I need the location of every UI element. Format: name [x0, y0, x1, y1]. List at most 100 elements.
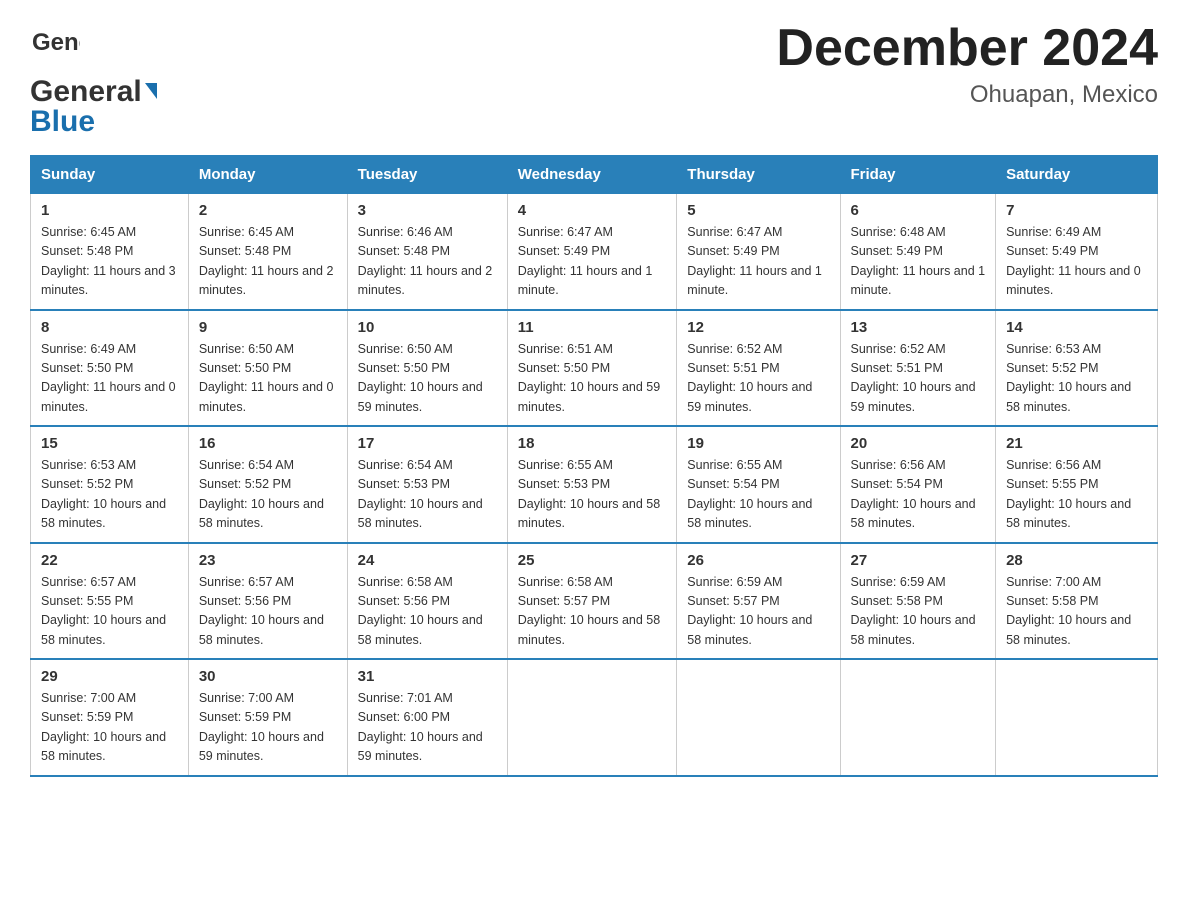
- day-info: Sunrise: 6:55 AMSunset: 5:53 PMDaylight:…: [518, 458, 660, 530]
- logo-icon: General: [30, 20, 80, 75]
- day-info: Sunrise: 6:59 AMSunset: 5:58 PMDaylight:…: [851, 575, 976, 647]
- main-title: December 2024: [776, 20, 1158, 77]
- day-info: Sunrise: 6:49 AMSunset: 5:49 PMDaylight:…: [1006, 225, 1141, 297]
- page-header: General General Blue December 2024 Ohuap…: [30, 20, 1158, 139]
- day-info: Sunrise: 6:45 AMSunset: 5:48 PMDaylight:…: [199, 225, 334, 297]
- day-info: Sunrise: 7:00 AMSunset: 5:59 PMDaylight:…: [199, 691, 324, 763]
- day-number: 3: [358, 202, 497, 219]
- day-number: 9: [199, 319, 337, 336]
- calendar-cell: 29Sunrise: 7:00 AMSunset: 5:59 PMDayligh…: [31, 659, 189, 776]
- header-saturday: Saturday: [996, 156, 1158, 194]
- header-wednesday: Wednesday: [507, 156, 677, 194]
- header-monday: Monday: [188, 156, 347, 194]
- calendar-cell: 17Sunrise: 6:54 AMSunset: 5:53 PMDayligh…: [347, 426, 507, 543]
- day-info: Sunrise: 6:57 AMSunset: 5:56 PMDaylight:…: [199, 575, 324, 647]
- day-number: 1: [41, 202, 178, 219]
- calendar-cell: 25 Sunrise: 6:58 AMSunset: 5:57 PMDayligh…: [507, 543, 677, 660]
- calendar-cell: [996, 659, 1158, 776]
- calendar-cell: 8 Sunrise: 6:49 AMSunset: 5:50 PMDaylight…: [31, 310, 189, 427]
- day-info: Sunrise: 6:56 AMSunset: 5:55 PMDaylight:…: [1006, 458, 1131, 530]
- day-info: Sunrise: 6:57 AMSunset: 5:55 PMDaylight:…: [41, 575, 166, 647]
- day-number: 6: [851, 202, 986, 219]
- day-info: Sunrise: 7:00 AMSunset: 5:59 PMDaylight:…: [41, 691, 166, 763]
- title-block: December 2024 Ohuapan, Mexico: [776, 20, 1158, 109]
- calendar-cell: 2 Sunrise: 6:45 AMSunset: 5:48 PMDaylight…: [188, 194, 347, 310]
- day-info: Sunrise: 6:51 AMSunset: 5:50 PMDaylight:…: [518, 342, 660, 414]
- day-number: 23: [199, 552, 337, 569]
- calendar-cell: 27 Sunrise: 6:59 AMSunset: 5:58 PMDayligh…: [840, 543, 996, 660]
- header-thursday: Thursday: [677, 156, 840, 194]
- day-number: 18: [518, 435, 667, 452]
- calendar-cell: 13 Sunrise: 6:52 AMSunset: 5:51 PMDayligh…: [840, 310, 996, 427]
- day-info: Sunrise: 6:47 AMSunset: 5:49 PMDaylight:…: [687, 225, 822, 297]
- calendar-cell: 19 Sunrise: 6:55 AMSunset: 5:54 PMDayligh…: [677, 426, 840, 543]
- calendar-cell: 15Sunrise: 6:53 AMSunset: 5:52 PMDayligh…: [31, 426, 189, 543]
- day-number: 25: [518, 552, 667, 569]
- day-info: Sunrise: 6:52 AMSunset: 5:51 PMDaylight:…: [687, 342, 812, 414]
- header-friday: Friday: [840, 156, 996, 194]
- day-info: Sunrise: 6:59 AMSunset: 5:57 PMDaylight:…: [687, 575, 812, 647]
- day-number: 20: [851, 435, 986, 452]
- day-number: 19: [687, 435, 829, 452]
- day-info: Sunrise: 6:52 AMSunset: 5:51 PMDaylight:…: [851, 342, 976, 414]
- day-number: 22: [41, 552, 178, 569]
- header-tuesday: Tuesday: [347, 156, 507, 194]
- calendar-cell: [677, 659, 840, 776]
- calendar-cell: 26Sunrise: 6:59 AMSunset: 5:57 PMDayligh…: [677, 543, 840, 660]
- day-number: 14: [1006, 319, 1147, 336]
- calendar-week-row: 1 Sunrise: 6:45 AMSunset: 5:48 PMDaylight…: [31, 194, 1158, 310]
- calendar-cell: 18 Sunrise: 6:55 AMSunset: 5:53 PMDayligh…: [507, 426, 677, 543]
- day-number: 28: [1006, 552, 1147, 569]
- day-info: Sunrise: 7:01 AMSunset: 6:00 PMDaylight:…: [358, 691, 483, 763]
- calendar-cell: 22 Sunrise: 6:57 AMSunset: 5:55 PMDayligh…: [31, 543, 189, 660]
- calendar-cell: 28 Sunrise: 7:00 AMSunset: 5:58 PMDayligh…: [996, 543, 1158, 660]
- day-number: 16: [199, 435, 337, 452]
- day-info: Sunrise: 6:48 AMSunset: 5:49 PMDaylight:…: [851, 225, 986, 297]
- calendar-week-row: 15Sunrise: 6:53 AMSunset: 5:52 PMDayligh…: [31, 426, 1158, 543]
- day-number: 13: [851, 319, 986, 336]
- logo-text-blue: Blue: [30, 105, 95, 139]
- calendar-cell: 4Sunrise: 6:47 AMSunset: 5:49 PMDaylight…: [507, 194, 677, 310]
- day-number: 10: [358, 319, 497, 336]
- calendar-cell: 3 Sunrise: 6:46 AMSunset: 5:48 PMDaylight…: [347, 194, 507, 310]
- calendar-cell: 20Sunrise: 6:56 AMSunset: 5:54 PMDayligh…: [840, 426, 996, 543]
- day-info: Sunrise: 6:50 AMSunset: 5:50 PMDaylight:…: [358, 342, 483, 414]
- header-sunday: Sunday: [31, 156, 189, 194]
- calendar-cell: [507, 659, 677, 776]
- day-number: 12: [687, 319, 829, 336]
- day-info: Sunrise: 6:47 AMSunset: 5:49 PMDaylight:…: [518, 225, 653, 297]
- logo-text-general: General: [30, 75, 142, 109]
- calendar-cell: 11 Sunrise: 6:51 AMSunset: 5:50 PMDayligh…: [507, 310, 677, 427]
- calendar-cell: 31 Sunrise: 7:01 AMSunset: 6:00 PMDayligh…: [347, 659, 507, 776]
- day-info: Sunrise: 6:55 AMSunset: 5:54 PMDaylight:…: [687, 458, 812, 530]
- calendar-table: SundayMondayTuesdayWednesdayThursdayFrid…: [30, 155, 1158, 777]
- calendar-cell: 24Sunrise: 6:58 AMSunset: 5:56 PMDayligh…: [347, 543, 507, 660]
- day-info: Sunrise: 6:53 AMSunset: 5:52 PMDaylight:…: [1006, 342, 1131, 414]
- calendar-cell: 9 Sunrise: 6:50 AMSunset: 5:50 PMDaylight…: [188, 310, 347, 427]
- day-info: Sunrise: 6:46 AMSunset: 5:48 PMDaylight:…: [358, 225, 493, 297]
- calendar-cell: 6 Sunrise: 6:48 AMSunset: 5:49 PMDaylight…: [840, 194, 996, 310]
- calendar-cell: 5Sunrise: 6:47 AMSunset: 5:49 PMDaylight…: [677, 194, 840, 310]
- day-number: 27: [851, 552, 986, 569]
- day-number: 11: [518, 319, 667, 336]
- day-number: 15: [41, 435, 178, 452]
- day-info: Sunrise: 6:50 AMSunset: 5:50 PMDaylight:…: [199, 342, 334, 414]
- calendar-week-row: 29Sunrise: 7:00 AMSunset: 5:59 PMDayligh…: [31, 659, 1158, 776]
- day-number: 21: [1006, 435, 1147, 452]
- calendar-header-row: SundayMondayTuesdayWednesdayThursdayFrid…: [31, 156, 1158, 194]
- day-info: Sunrise: 6:54 AMSunset: 5:53 PMDaylight:…: [358, 458, 483, 530]
- calendar-cell: 21 Sunrise: 6:56 AMSunset: 5:55 PMDayligh…: [996, 426, 1158, 543]
- day-number: 2: [199, 202, 337, 219]
- day-number: 7: [1006, 202, 1147, 219]
- day-info: Sunrise: 7:00 AMSunset: 5:58 PMDaylight:…: [1006, 575, 1131, 647]
- day-number: 31: [358, 668, 497, 685]
- day-number: 8: [41, 319, 178, 336]
- subtitle: Ohuapan, Mexico: [776, 81, 1158, 109]
- calendar-cell: 12 Sunrise: 6:52 AMSunset: 5:51 PMDayligh…: [677, 310, 840, 427]
- day-info: Sunrise: 6:58 AMSunset: 5:57 PMDaylight:…: [518, 575, 660, 647]
- day-info: Sunrise: 6:49 AMSunset: 5:50 PMDaylight:…: [41, 342, 176, 414]
- calendar-week-row: 8 Sunrise: 6:49 AMSunset: 5:50 PMDaylight…: [31, 310, 1158, 427]
- day-number: 24: [358, 552, 497, 569]
- calendar-cell: 7 Sunrise: 6:49 AMSunset: 5:49 PMDaylight…: [996, 194, 1158, 310]
- logo: General General Blue: [30, 20, 157, 139]
